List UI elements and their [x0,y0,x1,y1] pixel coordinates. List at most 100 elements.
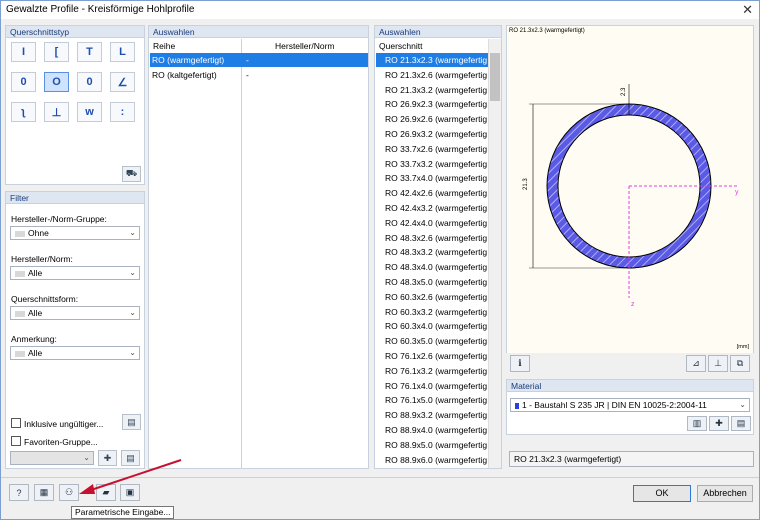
series-row-hot[interactable]: RO (warmgefertigt) - [150,53,368,67]
section-row[interactable]: RO 48.3x3.2 (warmgefertig [376,245,488,259]
preview-panel: RO 21.3x2.3 (warmgefertigt) 21.3 2.3 y z… [506,25,754,373]
invalid-settings-icon[interactable]: ▤ [122,414,141,430]
cancel-button[interactable]: Abbrechen [697,485,753,502]
section-row[interactable]: RO 26.9x3.2 (warmgefertig [376,127,488,141]
section-row[interactable]: RO 88.9x6.0 (warmgefertig [376,453,488,467]
info-icon[interactable]: ℹ [510,355,530,372]
section-row[interactable]: RO 42.4x2.6 (warmgefertig [376,186,488,200]
manufacturer-group-label: Hersteller-/Norm-Gruppe: [11,214,107,224]
units-icon[interactable]: ▦ [34,484,54,501]
section-row[interactable]: RO 42.4x4.0 (warmgefertig [376,216,488,230]
rectangular-hollow-icon[interactable]: 0 [11,72,36,92]
window-title: Gewalzte Profile - Kreisförmige Hohlprof… [6,4,194,15]
section-row[interactable]: RO 76.1x3.2 (warmgefertig [376,364,488,378]
section-row[interactable]: RO 76.1x4.0 (warmgefertig [376,379,488,393]
pointer-arrow [61,456,191,496]
sections-panel: Auswahlen Querschnitt RO 21.3x2.3 (warmg… [374,25,502,469]
section-row[interactable]: RO 88.9x4.0 (warmgefertig [376,423,488,437]
section-row[interactable]: RO 88.9x3.2 (warmgefertig [376,408,488,422]
sheet-pile-icon[interactable]: w [77,102,102,122]
chevron-down-icon: ⌄ [129,227,136,239]
section-row[interactable]: RO 48.3x5.0 (warmgefertig [376,275,488,289]
section-row[interactable]: RO 42.4x3.2 (warmgefertig [376,201,488,215]
close-icon[interactable]: ✕ [742,2,753,18]
section-scrollbar[interactable] [488,39,501,468]
series-cold-norm: - [246,68,249,82]
section-row[interactable]: RO 60.3x3.2 (warmgefertig [376,305,488,319]
circular-hollow-icon[interactable]: O [44,72,69,92]
axes-icon[interactable]: ⊥ [708,355,728,372]
section-row[interactable]: RO 21.3x2.3 (warmgefertig [376,53,488,67]
chevron-down-icon: ⌄ [739,399,746,411]
section-row[interactable]: RO 48.3x4.0 (warmgefertig [376,260,488,274]
z-section-icon[interactable]: ʅ [11,102,36,122]
favorites-checkbox[interactable] [11,436,21,446]
i-section-icon[interactable]: I [11,42,36,62]
round-bar-icon[interactable]: : [110,102,135,122]
series-hot-label: RO (warmgefertigt) [150,55,224,65]
help-icon[interactable]: ? [9,484,29,501]
section-row[interactable]: RO 76.1x5.0 (warmgefertig [376,393,488,407]
dimension-icon[interactable]: ⊿ [686,355,706,372]
ok-button[interactable]: OK [633,485,691,502]
section-row[interactable]: RO 21.3x3.2 (warmgefertig [376,83,488,97]
dialog-window: Gewalzte Profile - Kreisförmige Hohlprof… [0,0,760,520]
selected-section-name: RO 21.3x2.3 (warmgefertigt) [514,454,621,464]
section-row[interactable]: RO 76.1x2.6 (warmgefertig [376,349,488,363]
section-row[interactable]: RO 26.9x2.3 (warmgefertig [376,97,488,111]
series-cold-label: RO (kaltgefertigt) [150,70,217,80]
material-library-icon[interactable]: ▥ [687,416,707,431]
t-section-icon[interactable]: T [77,42,102,62]
series-row-cold[interactable]: RO (kaltgefertigt) - [150,68,368,82]
section-row[interactable]: RO 21.3x2.6 (warmgefertig [376,68,488,82]
section-row[interactable]: RO 60.3x4.0 (warmgefertig [376,319,488,333]
car-icon[interactable]: ⛟ [122,166,141,182]
section-row[interactable]: RO 60.3x5.0 (warmgefertig [376,334,488,348]
section-type-panel: Querschnittstyp I [ T L 0 O 0 ∠ ʅ ⊥ w : … [5,25,145,185]
view-reset-icon[interactable]: ⧉ [730,355,750,372]
angle-section-icon[interactable]: L [110,42,135,62]
preview-toolbar: ℹ ⊿ ⊥ ⧉ [506,353,754,373]
section-row[interactable]: RO 33.7x3.2 (warmgefertig [376,157,488,171]
note-select[interactable]: Alle⌄ [10,346,140,360]
rail-section-icon[interactable]: ⊥ [44,102,69,122]
chevron-down-icon: ⌄ [129,307,136,319]
manufacturer-value: Alle [28,268,42,278]
preview-caption: RO 21.3x2.3 (warmgefertigt) [509,28,585,34]
material-select[interactable]: 1 - Baustahl S 235 JR | DIN EN 10025-2:2… [510,398,750,412]
unit-label: [mm] [737,344,749,350]
shape-label: Querschnittsform: [11,294,78,304]
y-axis-label: y [735,189,739,196]
section-column-header[interactable]: Querschnitt [379,41,422,51]
section-row[interactable]: RO 26.9x2.6 (warmgefertig [376,112,488,126]
material-edit-icon[interactable]: ▤ [731,416,751,431]
series-column-header[interactable]: Reihe [153,41,175,51]
series-panel-title: Auswahlen [149,26,368,38]
section-row[interactable]: RO 33.7x2.6 (warmgefertig [376,142,488,156]
diameter-label: 21.3 [523,178,529,190]
material-new-icon[interactable]: ✚ [709,416,729,431]
manufacturer-select[interactable]: Alle ⌄ [10,266,140,280]
oval-hollow-icon[interactable]: 0 [77,72,102,92]
manufacturer-group-select[interactable]: Ohne ⌄ [10,226,140,240]
thickness-label: 2.3 [621,87,627,96]
include-invalid-checkbox[interactable] [11,418,21,428]
shape-value: Alle [28,308,42,318]
series-hot-norm: - [246,53,249,67]
chevron-down-icon: ⌄ [129,267,136,279]
scrollbar-thumb[interactable] [490,53,500,101]
selected-section-field: RO 21.3x2.3 (warmgefertigt) [509,451,754,467]
section-row[interactable]: RO 60.3x2.6 (warmgefertig [376,290,488,304]
manufacturer-group-value: Ohne [28,228,49,238]
channel-section-icon[interactable]: [ [44,42,69,62]
title-bar: Gewalzte Profile - Kreisförmige Hohlprof… [1,1,759,19]
bent-angle-icon[interactable]: ∠ [110,72,135,92]
shape-select[interactable]: Alle ⌄ [10,306,140,320]
note-value: Alle [28,348,42,358]
norm-column-header[interactable]: Hersteller/Norm [275,41,335,51]
section-row[interactable]: RO 88.9x5.0 (warmgefertig [376,438,488,452]
section-row[interactable]: RO 33.7x4.0 (warmgefertig [376,171,488,185]
note-label: Anmerkung: [11,334,57,344]
material-panel: Material 1 - Baustahl S 235 JR | DIN EN … [506,379,754,435]
section-row[interactable]: RO 48.3x2.6 (warmgefertig [376,231,488,245]
